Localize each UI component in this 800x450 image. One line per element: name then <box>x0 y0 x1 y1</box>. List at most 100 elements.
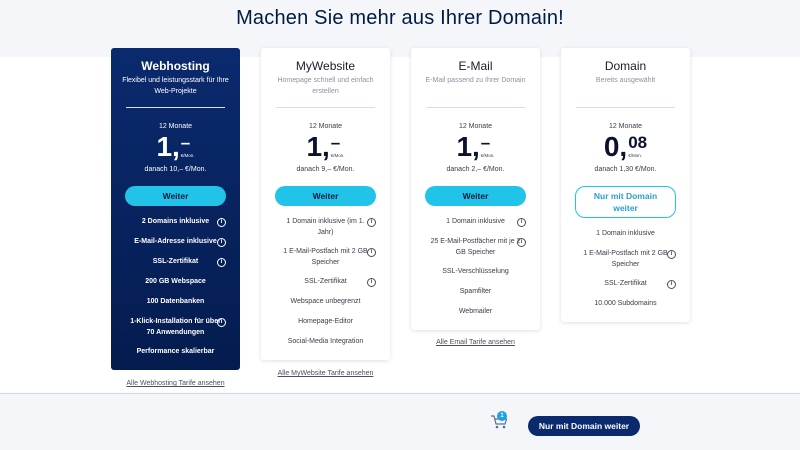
plan-term: 12 Monate <box>158 123 193 130</box>
info-icon[interactable]: i <box>367 248 376 257</box>
feature-item: 1 Domain inklusive i <box>411 217 540 228</box>
plan-card-email: E-Mail E-Mail passend zu Ihrer Domain 12… <box>411 48 540 330</box>
price-side: – €/Mon. <box>181 132 195 159</box>
plan-price: 1, – €/Mon. <box>111 132 240 164</box>
weiter-button-mywebsite[interactable]: Weiter <box>275 186 376 206</box>
feature-text: Homepage-Editor <box>298 318 353 325</box>
feature-item: E-Mail-Adresse inklusive i <box>111 237 240 248</box>
feature-text: 200 GB Webspace <box>145 278 206 285</box>
plan-title: Domain <box>604 59 647 73</box>
link-all-webhosting[interactable]: Alle Webhosting Tarife ansehen <box>111 380 240 387</box>
divider <box>276 107 375 108</box>
feature-item: 2 Domains inklusive i <box>111 217 240 228</box>
feature-item: Webspace unbegrenzt <box>261 297 390 308</box>
price-cents: – <box>480 133 491 152</box>
price-side: – €/Mon. <box>331 132 345 159</box>
feature-text: 2 Domains inklusive <box>141 218 210 225</box>
info-icon[interactable]: i <box>217 218 226 227</box>
price-cents: 08 <box>628 133 648 152</box>
plan-subtitle: Bereits ausgewählt <box>595 77 656 84</box>
feature-item: SSL-Zertifikat i <box>561 279 690 290</box>
feature-item: 25 E-Mail-Postfächer mit je 2 GB Speiche… <box>411 237 540 258</box>
feature-item: 1 Domain inklusive (im 1. Jahr) i <box>261 217 390 238</box>
price-side: 08 €/Mon. <box>628 132 647 159</box>
link-all-email[interactable]: Alle Email Tarife ansehen <box>411 339 540 346</box>
plan-subtitle: Flexibel und leistungsstark für Ihre Web… <box>122 77 229 95</box>
info-icon[interactable]: i <box>217 238 226 247</box>
only-domain-button[interactable]: Nur mit Domain weiter <box>575 186 676 218</box>
feature-text: Performance skalierbar <box>136 348 215 355</box>
feature-item: 1-Klick-Installation für über 70 Anwendu… <box>111 317 240 338</box>
plan-card-webhosting: Webhosting Flexibel und leistungsstark f… <box>111 48 240 370</box>
info-icon[interactable]: i <box>217 318 226 327</box>
cart-count-badge: 1 <box>497 411 507 421</box>
feature-item: 10.000 Subdomains <box>561 299 690 310</box>
price-unit: €/Mon. <box>330 153 345 158</box>
feature-text: Spamfilter <box>459 288 492 295</box>
feature-text: SSL-Zertifikat <box>604 280 647 287</box>
price-side: – €/Mon. <box>481 132 495 159</box>
price-main: 1, <box>156 131 180 162</box>
info-icon[interactable]: i <box>367 218 376 227</box>
plan-subtitle: E-Mail passend zu Ihrer Domain <box>425 77 526 84</box>
plan-term: 12 Monate <box>608 123 643 130</box>
plan-price: 1, – €/Mon. <box>411 132 540 164</box>
feature-item: Webmailer <box>411 307 540 318</box>
price-cents: – <box>330 133 341 152</box>
price-unit: €/Mon. <box>628 153 642 158</box>
feature-item: 1 E-Mail-Postfach mit 2 GB Speicher i <box>261 247 390 268</box>
feature-text: 1 Domain inklusive (im 1. Jahr) <box>286 218 365 236</box>
price-unit: €/Mon. <box>480 153 495 158</box>
info-icon[interactable]: i <box>667 250 676 259</box>
plan-card-domain: Domain Bereits ausgewählt 12 Monate 0, 0… <box>561 48 690 322</box>
feature-item: Homepage-Editor <box>261 317 390 328</box>
page-title: Machen Sie mehr aus Ihrer Domain! <box>236 7 564 29</box>
price-main: 1, <box>456 131 480 162</box>
feature-text: SSL-Zertifikat <box>304 278 347 285</box>
info-icon[interactable]: i <box>367 278 376 287</box>
info-icon[interactable]: i <box>517 238 526 247</box>
bottom-bar <box>0 393 800 450</box>
divider <box>126 107 225 108</box>
feature-item: SSL-Zertifikat i <box>261 277 390 288</box>
price-after: danach 1,30 €/Mon. <box>594 166 657 173</box>
plan-title: Webhosting <box>141 59 210 73</box>
feature-text: Webmailer <box>458 308 493 315</box>
feature-text: 100 Datenbanken <box>146 298 205 305</box>
price-cents: – <box>180 133 191 152</box>
feature-text: 10.000 Subdomains <box>594 300 657 307</box>
weiter-button-webhosting[interactable]: Weiter <box>125 186 226 206</box>
divider <box>576 107 675 108</box>
link-all-mywebsite[interactable]: Alle MyWebsite Tarife ansehen <box>261 370 390 377</box>
feature-text: 1 E-Mail-Postfach mit 2 GB Speicher <box>283 248 368 266</box>
price-main: 0, <box>603 131 628 162</box>
feature-text: 25 E-Mail-Postfächer mit je 2 GB Speiche… <box>430 238 521 256</box>
info-icon[interactable]: i <box>667 280 676 289</box>
plan-card-mywebsite: MyWebsite Homepage schnell und einfach e… <box>261 48 390 360</box>
feature-item: 200 GB Webspace <box>111 277 240 288</box>
plan-subtitle: Homepage schnell und einfach erstellen <box>277 77 374 95</box>
feature-text: 1 E-Mail-Postfach mit 2 GB Speicher <box>583 250 668 268</box>
feature-text: Social-Media Integration <box>287 338 364 345</box>
feature-text: 1-Klick-Installation für über 70 Anwendu… <box>130 318 221 336</box>
weiter-button-email[interactable]: Weiter <box>425 186 526 206</box>
feature-item: SSL-Zertifikat i <box>111 257 240 268</box>
feature-item: 1 E-Mail-Postfach mit 2 GB Speicher i <box>561 249 690 270</box>
plan-title: MyWebsite <box>295 59 356 73</box>
price-main: 1, <box>306 131 330 162</box>
feature-text: Webspace unbegrenzt <box>290 298 361 305</box>
plan-term: 12 Monate <box>458 123 493 130</box>
divider <box>426 107 525 108</box>
feature-item: 100 Datenbanken <box>111 297 240 308</box>
feature-text: SSL-Zertifikat <box>152 258 199 265</box>
info-icon[interactable]: i <box>217 258 226 267</box>
feature-item: 1 Domain inklusive <box>561 229 690 240</box>
feature-item: Spamfilter <box>411 287 540 298</box>
feature-text: SSL-Verschlüsselung <box>442 268 509 275</box>
price-after: danach 9,– €/Mon. <box>296 166 355 173</box>
plan-term: 12 Monate <box>308 123 343 130</box>
continue-only-domain-button[interactable]: Nur mit Domain weiter <box>528 416 640 436</box>
price-after: danach 2,– €/Mon. <box>446 166 505 173</box>
info-icon[interactable]: i <box>517 218 526 227</box>
price-unit: €/Mon. <box>180 153 195 158</box>
